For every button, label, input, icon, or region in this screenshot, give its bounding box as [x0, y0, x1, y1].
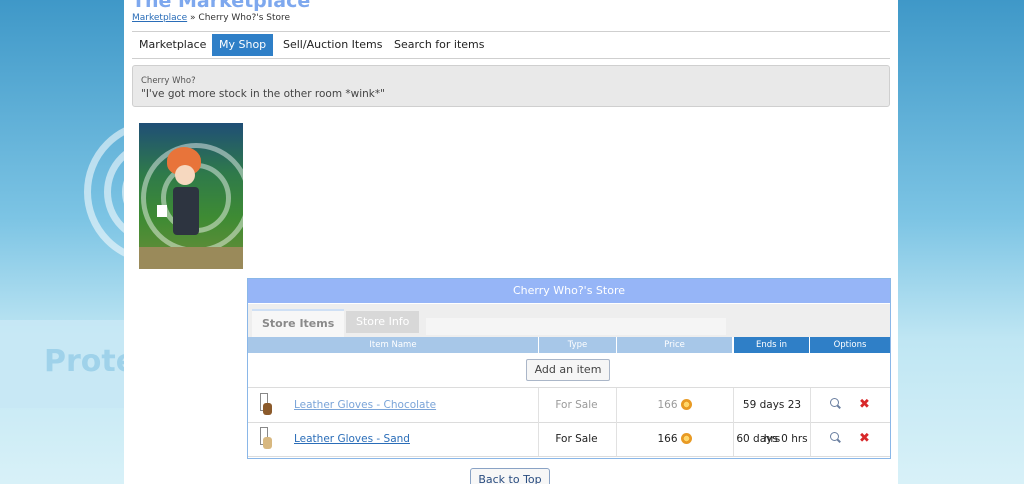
back-to-top-button[interactable]: Back to Top — [470, 468, 550, 484]
tab-sell-auction[interactable]: Sell/Auction Items — [276, 34, 389, 56]
glove-item-icon — [257, 427, 273, 451]
col-type: Type — [539, 337, 616, 353]
add-item-button[interactable]: Add an item — [526, 359, 610, 381]
shopkeeper-quote: Cherry Who? "I've got more stock in the … — [132, 65, 890, 107]
shopkeeper-name: Cherry Who? — [141, 76, 196, 86]
item-ends-in: 59 days 23 hrs — [742, 399, 802, 445]
table-row: Leather Gloves - Chocolate For Sale 166 … — [248, 388, 890, 445]
page-title: The Marketplace — [132, 0, 311, 12]
shopkeeper-avatar — [139, 123, 243, 269]
tab-marketplace[interactable]: Marketplace — [132, 34, 213, 56]
watermark-text: Prote — [44, 344, 124, 379]
shopkeeper-message: "I've got more stock in the other room *… — [141, 88, 385, 100]
col-options: Options — [810, 337, 890, 353]
col-ends-in: Ends in — [734, 337, 809, 353]
tab-my-shop[interactable]: My Shop — [212, 34, 274, 56]
coin-icon — [680, 433, 692, 444]
col-price: Price — [617, 337, 732, 353]
item-name-link[interactable]: Leather Gloves - Sand — [294, 422, 410, 456]
breadcrumb-current: Cherry Who?'s Store — [198, 13, 291, 23]
tab-search-items[interactable]: Search for items — [387, 34, 492, 56]
view-item-icon[interactable] — [830, 432, 839, 441]
store-title: Cherry Who?'s Store — [248, 279, 890, 303]
glove-item-icon — [257, 393, 273, 417]
delete-item-icon[interactable]: ✖ — [859, 388, 870, 422]
item-price: 166 — [617, 422, 732, 456]
col-item-name: Item Name — [248, 337, 538, 353]
view-item-icon[interactable] — [830, 398, 839, 407]
table-row: Leather Gloves - Sand For Sale 166 60 da… — [248, 422, 890, 457]
store-tabs: Store Items Store Info — [248, 304, 890, 337]
breadcrumb-separator: » — [190, 13, 196, 23]
main-content: The Marketplace Marketplace » Cherry Who… — [124, 0, 898, 484]
background-left: Prote — [0, 0, 124, 484]
breadcrumb-marketplace-link[interactable]: Marketplace — [132, 13, 187, 23]
add-item-row: Add an item — [248, 353, 890, 388]
table-header: Item Name Type Price Ends in Options — [248, 337, 890, 353]
item-ends-in: 60 days 0 hrs — [736, 433, 808, 445]
item-type: For Sale — [555, 433, 598, 445]
delete-item-icon[interactable]: ✖ — [859, 422, 870, 456]
main-nav: Marketplace My Shop Sell/Auction Items S… — [132, 31, 890, 59]
breadcrumb: Marketplace » Cherry Who?'s Store — [132, 13, 290, 23]
item-price: 166 — [617, 388, 732, 422]
item-name-link[interactable]: Leather Gloves - Chocolate — [294, 388, 436, 422]
store-panel: Cherry Who?'s Store Store Items Store In… — [247, 278, 891, 459]
tab-store-info[interactable]: Store Info — [346, 311, 420, 333]
watermark-band: Prote — [0, 320, 124, 408]
coin-icon — [680, 399, 692, 410]
tab-store-items[interactable]: Store Items — [252, 309, 345, 337]
background-right — [898, 0, 1024, 484]
item-type: For Sale — [555, 399, 598, 411]
